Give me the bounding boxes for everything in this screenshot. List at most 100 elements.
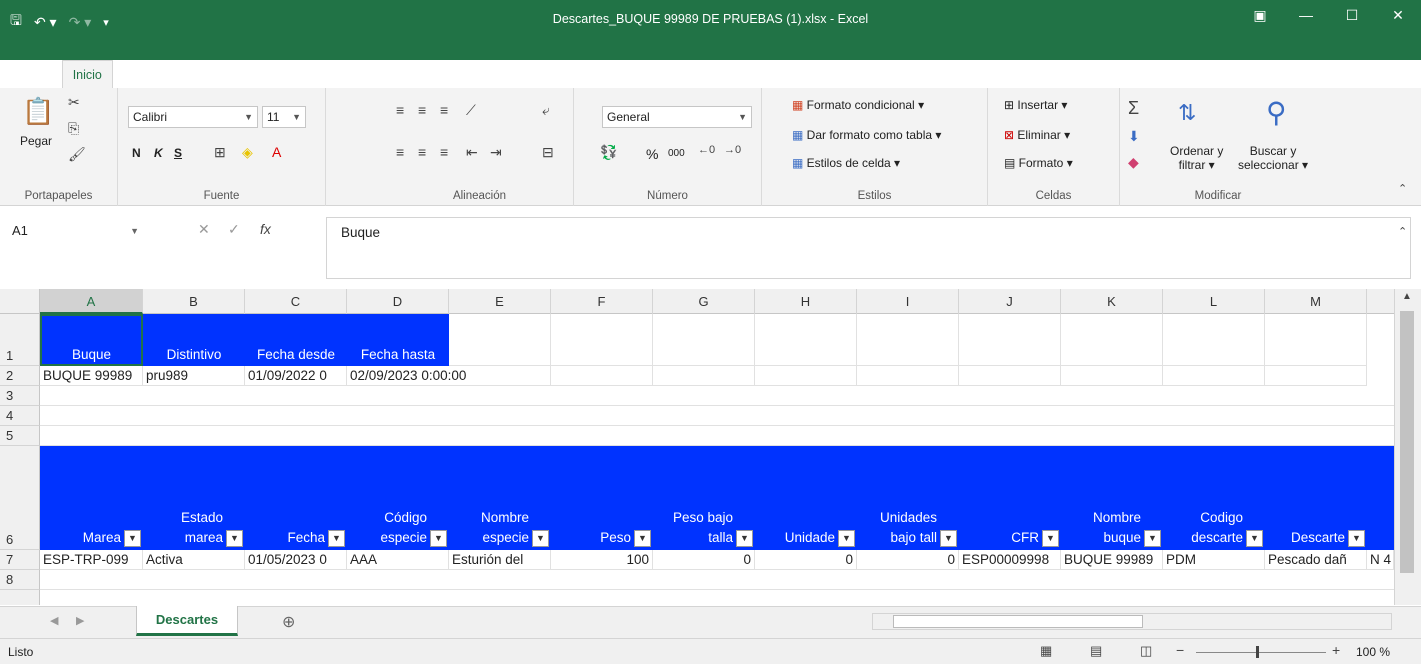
cell[interactable] bbox=[857, 314, 959, 366]
autosum-icon[interactable]: Σ bbox=[1128, 98, 1139, 119]
column-header-cell[interactable]: Descarte ▼ bbox=[1265, 446, 1367, 550]
vertical-scrollbar[interactable]: ▲ bbox=[1394, 289, 1421, 605]
column-header-cell[interactable]: Unidade ▼ bbox=[755, 446, 857, 550]
increase-decimal-icon[interactable]: ←0 bbox=[698, 144, 715, 156]
cell[interactable]: AAA bbox=[347, 550, 449, 570]
column-header-cell[interactable]: Unidades bajo tall ▼ bbox=[857, 446, 959, 550]
column-header[interactable]: H bbox=[755, 289, 857, 314]
add-sheet-icon[interactable]: ⊕ bbox=[282, 612, 295, 632]
cell-styles-button[interactable]: ▦ Estilos de celda ▾ bbox=[792, 156, 900, 170]
cell[interactable]: Activa bbox=[143, 550, 245, 570]
cell[interactable] bbox=[1163, 366, 1265, 386]
copy-icon[interactable]: ⎘ bbox=[68, 120, 79, 137]
page-break-icon[interactable]: ◫ bbox=[1140, 643, 1152, 659]
delete-cells-button[interactable]: ⊠ Eliminar ▾ bbox=[1004, 128, 1070, 142]
borders-icon[interactable]: ⊞ bbox=[214, 144, 226, 161]
cancel-icon[interactable]: ✕ bbox=[198, 221, 210, 238]
sheet-tab-descartes[interactable]: Descartes bbox=[136, 606, 238, 636]
fill-icon[interactable]: ⬇ bbox=[1128, 128, 1140, 145]
format-painter-icon[interactable]: 🖌 bbox=[68, 146, 86, 163]
tab-formulas[interactable]: Fórmulas bbox=[293, 60, 365, 88]
column-header[interactable]: M bbox=[1265, 289, 1367, 314]
column-header-cell[interactable]: Nombre buque ▼ bbox=[1061, 446, 1163, 550]
paste-icon[interactable]: 📋 bbox=[22, 96, 54, 127]
format-as-table-button[interactable]: ▦ Dar formato como tabla ▾ bbox=[792, 128, 941, 142]
column-header-cell[interactable]: CFR ▼ bbox=[959, 446, 1061, 550]
filter-dropdown-icon[interactable]: ▼ bbox=[1144, 530, 1161, 547]
cell[interactable] bbox=[959, 314, 1061, 366]
merge-center-icon[interactable]: ⊟ bbox=[542, 144, 554, 161]
cell[interactable]: 01/09/2022 0 bbox=[245, 366, 347, 386]
cell[interactable]: 02/09/2023 0:00:00 bbox=[347, 366, 551, 386]
collapse-ribbon-icon[interactable]: ⌃ bbox=[1398, 182, 1407, 195]
cell[interactable]: Pescado dañ bbox=[1265, 550, 1367, 570]
font-color-icon[interactable]: A bbox=[272, 144, 281, 160]
cell[interactable] bbox=[1061, 366, 1163, 386]
share-button[interactable]: ⚲ Compartir bbox=[1345, 66, 1413, 81]
column-header[interactable]: J bbox=[959, 289, 1061, 314]
cell[interactable]: Buque bbox=[40, 314, 143, 366]
accounting-format-icon[interactable]: 💱 bbox=[600, 144, 617, 161]
cell[interactable] bbox=[1163, 314, 1265, 366]
tab-datos[interactable]: Datos bbox=[365, 60, 418, 88]
filter-dropdown-icon[interactable]: ▼ bbox=[1246, 530, 1263, 547]
filter-dropdown-icon[interactable]: ▼ bbox=[838, 530, 855, 547]
row-header[interactable]: 2 bbox=[0, 366, 40, 386]
number-format-select[interactable]: General ▼ bbox=[602, 106, 752, 128]
row-header[interactable]: 3 bbox=[0, 386, 40, 406]
insert-cells-button[interactable]: ⊞ Insertar ▾ bbox=[1004, 98, 1067, 112]
cell[interactable]: pru989 bbox=[143, 366, 245, 386]
cell[interactable] bbox=[857, 366, 959, 386]
empty-rows[interactable] bbox=[40, 570, 1394, 605]
cell[interactable] bbox=[959, 366, 1061, 386]
cell[interactable]: Esturión del bbox=[449, 550, 551, 570]
scroll-thumb[interactable] bbox=[893, 615, 1143, 628]
filter-dropdown-icon[interactable]: ▼ bbox=[1042, 530, 1059, 547]
column-header-cell[interactable]: Nombre especie ▼ bbox=[449, 446, 551, 550]
cut-icon[interactable]: ✂ bbox=[68, 94, 80, 111]
select-all-button[interactable] bbox=[0, 289, 40, 314]
zoom-in-icon[interactable]: + bbox=[1332, 642, 1340, 658]
bold-button[interactable]: N bbox=[132, 146, 141, 160]
filter-dropdown-icon[interactable]: ▼ bbox=[328, 530, 345, 547]
cell[interactable] bbox=[1265, 366, 1367, 386]
filter-dropdown-icon[interactable]: ▼ bbox=[124, 530, 141, 547]
align-middle-icon[interactable]: ≡ bbox=[418, 102, 426, 118]
filter-dropdown-icon[interactable]: ▼ bbox=[532, 530, 549, 547]
fill-color-icon[interactable]: ◈ bbox=[242, 144, 253, 161]
zoom-out-icon[interactable]: − bbox=[1176, 642, 1184, 658]
italic-button[interactable]: K bbox=[154, 146, 163, 160]
font-size-select[interactable]: 11 ▼ bbox=[262, 106, 306, 128]
cell[interactable]: Distintivo bbox=[143, 314, 245, 366]
cell[interactable] bbox=[1061, 314, 1163, 366]
row-header[interactable]: 5 bbox=[0, 426, 40, 446]
sort-filter-icon[interactable]: ⇅ bbox=[1178, 100, 1196, 126]
row-header[interactable]: 6 bbox=[0, 446, 40, 550]
tab-insertar[interactable]: Insertar bbox=[113, 60, 175, 88]
cell[interactable] bbox=[551, 366, 653, 386]
normal-view-icon[interactable]: ▦ bbox=[1040, 643, 1052, 659]
expand-formula-bar-icon[interactable]: ⌃ bbox=[1398, 225, 1407, 238]
column-header[interactable]: L bbox=[1163, 289, 1265, 314]
tab-vista[interactable]: Vista bbox=[480, 60, 528, 88]
cell[interactable]: BUQUE 99989 bbox=[40, 366, 143, 386]
zoom-level[interactable]: 100 % bbox=[1356, 645, 1390, 659]
column-header[interactable]: G bbox=[653, 289, 755, 314]
zoom-slider-thumb[interactable] bbox=[1256, 646, 1259, 658]
column-header[interactable]: C bbox=[245, 289, 347, 314]
cell[interactable]: Fecha hasta bbox=[347, 314, 449, 366]
orientation-icon[interactable]: ⟋ bbox=[466, 102, 476, 119]
cell[interactable]: BUQUE 99989 bbox=[1061, 550, 1163, 570]
cell[interactable] bbox=[653, 366, 755, 386]
maximize-button[interactable]: ☐ bbox=[1329, 0, 1375, 30]
close-button[interactable]: ✕ bbox=[1375, 0, 1421, 30]
tab-revisar[interactable]: Revisar bbox=[417, 60, 479, 88]
tell-me-box[interactable]: ♀ ¿Qué desea hacer? bbox=[537, 66, 660, 80]
column-header[interactable]: B bbox=[143, 289, 245, 314]
find-select-button[interactable]: Buscar y seleccionar ▾ bbox=[1238, 144, 1308, 172]
filter-dropdown-icon[interactable]: ▼ bbox=[634, 530, 651, 547]
cell[interactable]: N 4 bbox=[1367, 550, 1394, 570]
column-header-cell[interactable] bbox=[1367, 446, 1394, 550]
name-box[interactable]: A1 ▼ bbox=[12, 219, 147, 243]
comma-style-button[interactable]: 000 bbox=[668, 148, 685, 159]
